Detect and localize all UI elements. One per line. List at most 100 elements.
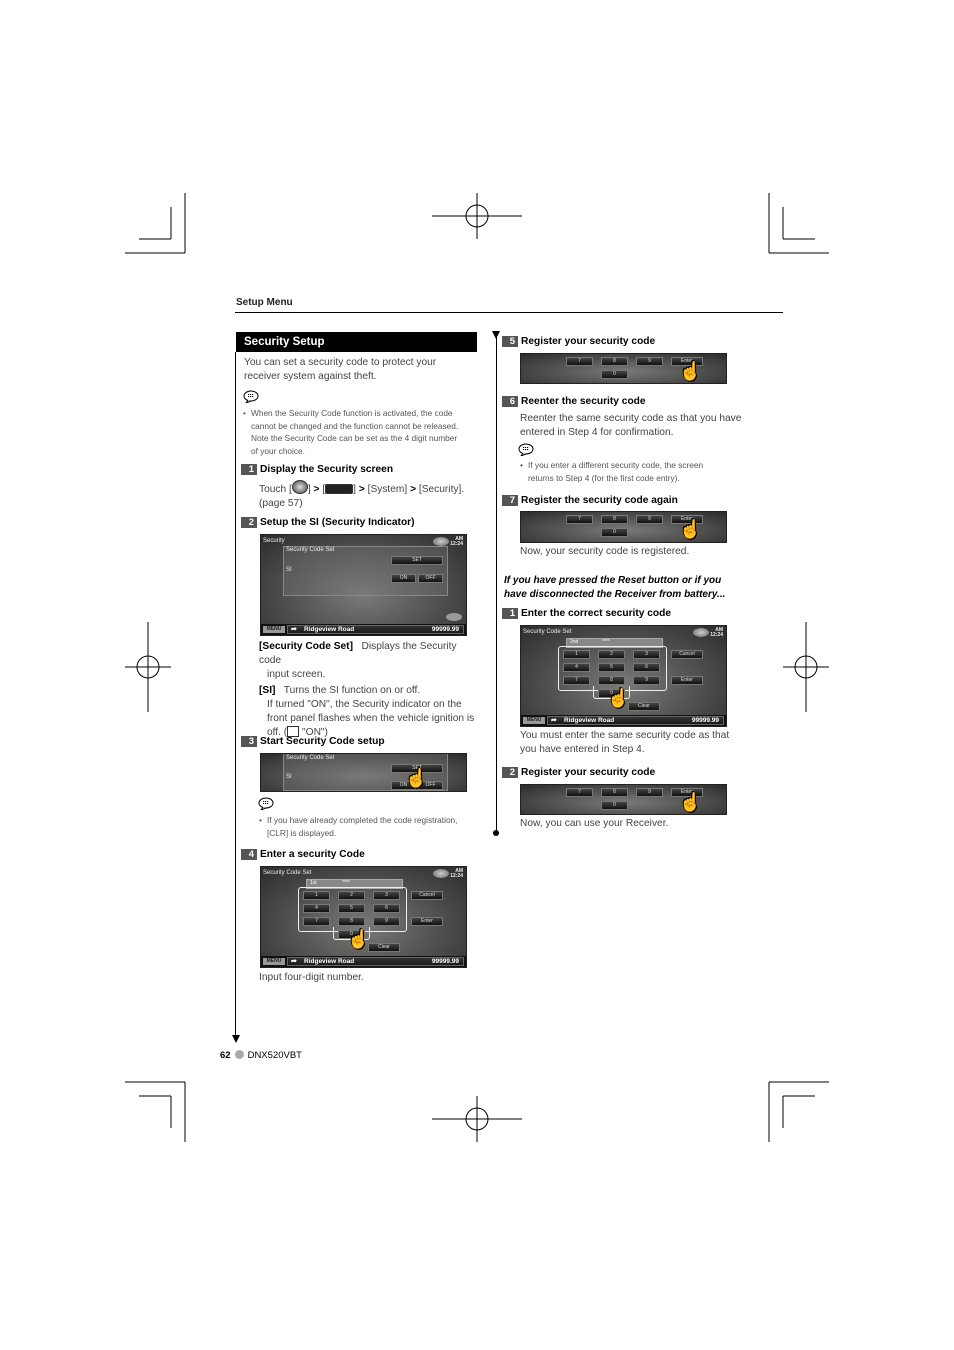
menu-button[interactable]: MENU [263,626,285,633]
enter-button[interactable]: Enter [411,917,443,926]
note-line: of your choice. [251,445,305,456]
screen-title: Security Code Set [523,629,572,635]
key-8[interactable]: 8 [601,357,628,366]
continue-arrow-icon [492,331,500,339]
step-number: 2 [241,517,257,528]
note-line: cannot be changed and the function canno… [251,420,459,431]
clock: AM 12:24 [710,628,723,638]
cancel-button[interactable]: Cancel [411,891,443,900]
home-button-icon [291,480,308,494]
road-name: Ridgeview Road [304,958,355,965]
key-9[interactable]: 9 [633,676,660,685]
navigation-bar[interactable]: ➦ Ridgeview Road 99999.99 [287,625,464,634]
step-title: Reenter the security code [521,396,646,407]
si-on-button[interactable]: ON [391,574,416,583]
term-security-code-set: [Security Code Set] [259,641,353,652]
note-line: returns to Step 4 (for the first code en… [528,472,680,483]
globe-icon [433,869,449,878]
key-8[interactable]: 8 [601,515,628,524]
menu-button[interactable]: MENU [523,717,545,724]
step-number: 3 [241,736,257,747]
definition: front panel flashes when the vehicle ign… [267,713,475,724]
step-title: Enter the correct security code [521,608,672,619]
step-2-heading: 2 Setup the SI (Security Indicator) [241,516,415,529]
setup-wrench-icon [325,484,354,494]
settings-panel [283,546,448,596]
key-3[interactable]: 3 [373,891,400,900]
key-1[interactable]: 1 [303,891,330,900]
clock-time: 12:24 [450,541,463,547]
navigation-bar[interactable]: ➦ Ridgeview Road 99999.99 [547,716,724,725]
key-7[interactable]: 7 [303,917,330,926]
set-button[interactable]: SET [391,556,443,565]
note-security-code: • When the Security Code function is act… [243,407,481,457]
note-line: If you have already completed the code r… [267,815,458,825]
cancel-button[interactable]: Cancel [671,650,703,659]
keypad-crop-screen: 7 8 9 Enter 0 ☝ [520,511,727,543]
key-4[interactable]: 4 [563,663,590,672]
step-6-text: Reenter the same security code as that y… [520,412,745,440]
si-off-button[interactable]: OFF [418,574,443,583]
key-6[interactable]: 6 [633,663,660,672]
column-line-right [496,336,497,832]
note-line: If you enter a different security code, … [528,460,704,470]
step-number: 2 [502,767,518,778]
key-0[interactable]: 0 [601,801,628,810]
step-number: 1 [502,608,518,619]
step-title: Register the security code again [521,495,678,506]
step-4-caption: Input four-digit number. [259,972,364,983]
key-7[interactable]: 7 [563,676,590,685]
key-0[interactable]: 0 [601,370,628,379]
key-0[interactable]: 0 [601,528,628,537]
key-9[interactable]: 9 [636,515,663,524]
key-4[interactable]: 4 [303,904,330,913]
clock-time: 12:24 [450,873,463,879]
key-9[interactable]: 9 [373,917,400,926]
page-number: 62 [220,1050,231,1061]
key-2[interactable]: 2 [598,650,625,659]
key-1[interactable]: 1 [563,650,590,659]
return-icon[interactable] [446,613,462,621]
clear-button[interactable]: Clear [628,702,660,711]
touch-hand-icon: ☝ [347,929,370,949]
globe-icon [693,628,709,637]
section-title: Security Setup [236,332,477,352]
clock: AM 12:24 [450,869,463,879]
entry-label: 1st [310,880,317,886]
key-8[interactable]: 8 [338,917,365,926]
footer-dot-icon [234,1050,244,1059]
status-bar: MENU ➦ Ridgeview Road 99999.99 [261,956,466,967]
key-9[interactable]: 9 [636,357,663,366]
key-8[interactable]: 8 [601,788,628,797]
key-7[interactable]: 7 [566,788,593,797]
navigation-bar[interactable]: ➦ Ridgeview Road 99999.99 [287,957,464,966]
step-6-heading: 6 Reenter the security code [502,395,646,408]
step-title: Start Security Code setup [260,736,385,747]
key-8[interactable]: 8 [598,676,625,685]
note-line: [CLR] is displayed. [267,827,337,838]
term-si: [SI] [259,685,276,696]
masked-code: **** [602,639,610,645]
key-6[interactable]: 6 [373,904,400,913]
page-reference: (page 57) [259,498,303,509]
note-line: Note the Security Code can be set as the… [251,433,458,444]
reset-step-1-heading: 1 Enter the correct security code [502,607,671,620]
key-7[interactable]: 7 [566,357,593,366]
clear-button[interactable]: Clear [368,943,400,952]
note-icon [518,443,534,456]
key-3[interactable]: 3 [633,650,660,659]
key-2[interactable]: 2 [338,891,365,900]
masked-code: **** [342,880,350,886]
text: [System] [364,484,411,495]
menu-button[interactable]: MENU [263,958,285,965]
key-7[interactable]: 7 [566,515,593,524]
key-5[interactable]: 5 [338,904,365,913]
enter-button[interactable]: Enter [671,676,703,685]
label-security-code-set: Security Code Set [286,547,335,553]
odometer: 99999.99 [431,958,459,965]
key-5[interactable]: 5 [598,663,625,672]
keypad-crop-screen: 7 8 9 Enter 0 ☝ [520,784,727,815]
touch-hand-icon: ☝ [679,519,702,539]
step-7-heading: 7 Register the security code again [502,494,678,507]
key-9[interactable]: 9 [636,788,663,797]
